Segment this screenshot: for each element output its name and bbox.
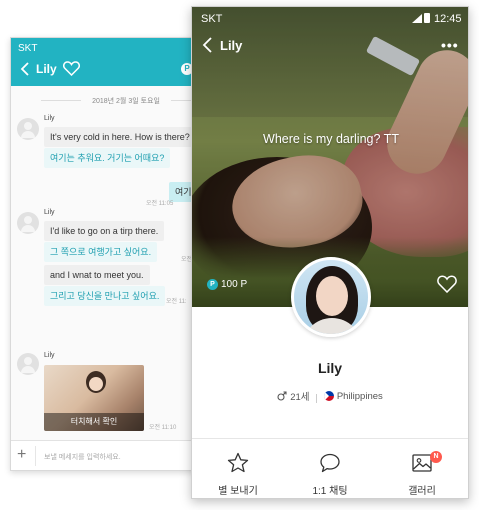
photo-subject-face [89, 377, 103, 391]
message-time: 오전 11:05 [146, 201, 174, 207]
back-arrow-icon[interactable] [19, 62, 31, 76]
add-attachment-icon[interactable]: + [17, 446, 26, 464]
app-showcase: SKT Lily P 2018년 2월 3일 토요일 Lily It's ver… [0, 0, 479, 510]
avatar[interactable] [17, 212, 39, 234]
signal-icon [412, 14, 422, 23]
gallery-label: 갤러리 [408, 486, 436, 497]
points-value: 100 P [221, 279, 248, 290]
date-divider: 2018년 2월 3일 토요일 [41, 96, 211, 106]
chat-bubble-icon [320, 453, 340, 473]
profile-meta: 21세 Philippines [192, 389, 468, 404]
profile-screen: SKT 12:45 Lily ••• Where is my darling? … [191, 6, 469, 499]
carrier-label: SKT [201, 13, 223, 25]
philippines-flag-icon [323, 391, 334, 401]
status-clock: 12:45 [434, 13, 462, 25]
message-bubble[interactable]: It's very cold in here. How is there? [44, 127, 196, 147]
message-composer: + 보낼 메세지를 입력하세요. [11, 440, 219, 470]
meta-divider [316, 393, 318, 403]
age-info: 21세 [277, 389, 310, 403]
message-time: 오전 11: [166, 299, 187, 305]
message-time: 오전 11:10 [149, 425, 177, 431]
chat-header: SKT Lily P [11, 38, 219, 86]
age-value: 21세 [290, 392, 310, 403]
star-icon [227, 452, 249, 473]
message-input[interactable]: 보낼 메세지를 입력하세요. [35, 446, 215, 466]
points-display[interactable]: P 100 P [207, 277, 247, 293]
send-star-label: 별 보내기 [218, 486, 258, 497]
country-value: Philippines [336, 390, 383, 402]
heart-icon[interactable] [437, 275, 457, 293]
chat-title: Lily [36, 62, 57, 76]
heart-icon[interactable] [63, 61, 80, 76]
photo-caption: 터치해서 확인 [44, 413, 144, 431]
avatar-face [316, 276, 348, 316]
message-bubble[interactable]: I'd like to go on a tirp there. [44, 221, 165, 241]
profile-nav-title: Lily [220, 38, 243, 53]
avatar[interactable] [17, 118, 39, 140]
photo-message[interactable]: 터치해서 확인 [44, 365, 144, 431]
action-bar: 별 보내기 1:1 채팅 갤러리 [192, 438, 468, 498]
profile-avatar[interactable] [291, 257, 371, 337]
chat-screen: SKT Lily P 2018년 2월 3일 토요일 Lily It's ver… [10, 37, 220, 471]
translation-bubble[interactable]: 여기는 추워요. 거기는 어때요? [44, 148, 171, 168]
message-bubble[interactable]: and I wnat to meet you. [44, 265, 150, 285]
profile-name: Lily [317, 360, 343, 376]
status-bar: SKT 12:45 [192, 7, 468, 29]
country-info: Philippines [323, 390, 383, 402]
send-star-button[interactable]: 별 보내기 [192, 439, 284, 498]
sender-name: Lily [44, 352, 55, 359]
more-options-icon[interactable]: ••• [441, 37, 459, 53]
points-icon: P [207, 278, 218, 290]
gallery-button[interactable]: 갤러리 [376, 439, 468, 498]
translation-bubble[interactable]: 그 쪽으로 여행가고 싶어요. [44, 242, 158, 262]
chat-label: 1:1 채팅 [312, 486, 348, 497]
translation-bubble[interactable]: 그리고 당신을 만나고 싶어요. [44, 286, 166, 306]
profile-nav: Lily ••• [192, 33, 468, 57]
status-message: Where is my darling? TT [263, 132, 399, 146]
new-badge: N [430, 451, 442, 463]
sender-name: Lily [44, 115, 55, 122]
chat-button[interactable]: 1:1 채팅 [284, 439, 376, 498]
male-icon [277, 391, 287, 401]
battery-icon [424, 13, 430, 23]
avatar[interactable] [17, 353, 39, 375]
carrier-label: SKT [18, 43, 38, 54]
sender-name: Lily [44, 209, 55, 216]
back-arrow-icon[interactable] [202, 37, 214, 53]
